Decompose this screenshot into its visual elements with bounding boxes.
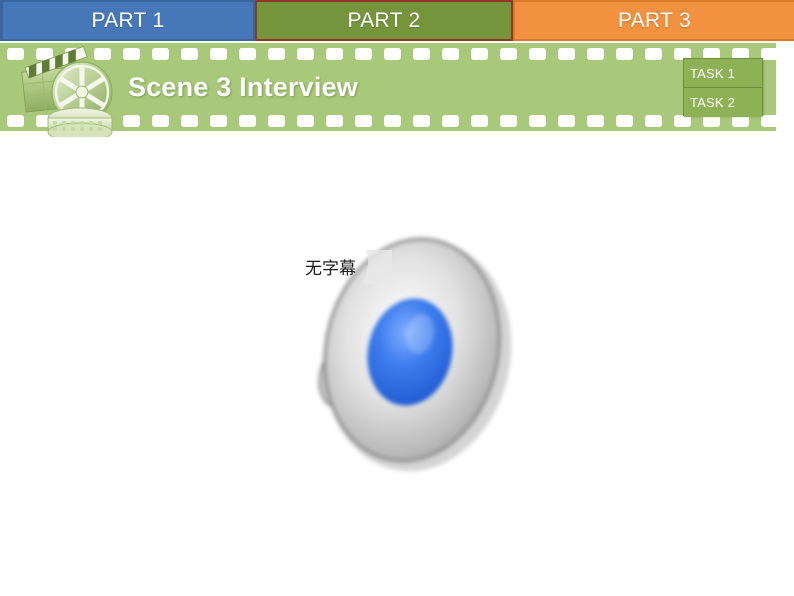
film-perforation-hole — [645, 47, 662, 60]
film-perforation-hole — [384, 47, 401, 60]
film-perforation-hole — [761, 114, 776, 127]
film-perforation-hole — [529, 114, 546, 127]
film-perforation-hole — [645, 114, 662, 127]
film-perforation-hole — [384, 114, 401, 127]
film-perforation-hole — [558, 47, 575, 60]
film-perforation-hole — [413, 114, 430, 127]
film-perforation-hole — [413, 47, 430, 60]
task-1-button[interactable]: TASK 1 — [684, 59, 762, 88]
film-strip-banner: Scene 3 Interview — [0, 43, 776, 131]
film-perforation-hole — [94, 47, 111, 60]
tab-part-2-label: PART 2 — [347, 8, 421, 32]
task-2-label: TASK 2 — [690, 95, 736, 110]
film-perforation-hole — [442, 114, 459, 127]
film-perforation-hole — [529, 47, 546, 60]
tab-part-3[interactable]: PART 3 — [513, 0, 794, 41]
film-perforation-hole — [558, 114, 575, 127]
film-perforation-hole — [616, 114, 633, 127]
film-perforation-hole — [500, 47, 517, 60]
film-perforation-hole — [500, 114, 517, 127]
audio-media-object[interactable]: 无字幕 — [300, 228, 512, 478]
film-perforation-hole — [36, 47, 53, 60]
page-title: Scene 3 Interview — [128, 43, 358, 131]
film-perforation-row-top — [0, 47, 776, 60]
film-perforation-hole — [36, 114, 53, 127]
film-perforation-hole — [471, 47, 488, 60]
page-title-text: Scene 3 Interview — [128, 71, 359, 102]
tab-part-1-label: PART 1 — [91, 8, 165, 32]
film-perforation-hole — [65, 114, 82, 127]
film-perforation-hole — [761, 47, 776, 60]
film-perforation-hole — [94, 114, 111, 127]
task-1-label: TASK 1 — [690, 65, 736, 81]
task-2-button[interactable]: TASK 2 — [684, 88, 762, 117]
audio-caption-label: 无字幕 — [305, 259, 356, 279]
film-perforation-hole — [616, 47, 633, 60]
film-perforation-hole — [587, 114, 604, 127]
tab-part-3-label: PART 3 — [617, 8, 691, 32]
film-strip-background — [0, 43, 776, 131]
film-perforation-hole — [65, 47, 82, 60]
film-perforation-hole — [7, 114, 24, 127]
tab-part-1[interactable]: PART 1 — [0, 0, 255, 41]
film-perforation-row-bottom — [0, 114, 776, 127]
nav-tabs: PART 1 PART 2 PART 3 — [0, 0, 794, 41]
film-perforation-hole — [7, 47, 24, 60]
task-buttons-group: TASK 1 TASK 2 — [683, 58, 763, 117]
film-perforation-hole — [442, 47, 459, 60]
tab-part-2[interactable]: PART 2 — [255, 0, 513, 41]
film-perforation-hole — [587, 47, 604, 60]
film-perforation-hole — [471, 114, 488, 127]
